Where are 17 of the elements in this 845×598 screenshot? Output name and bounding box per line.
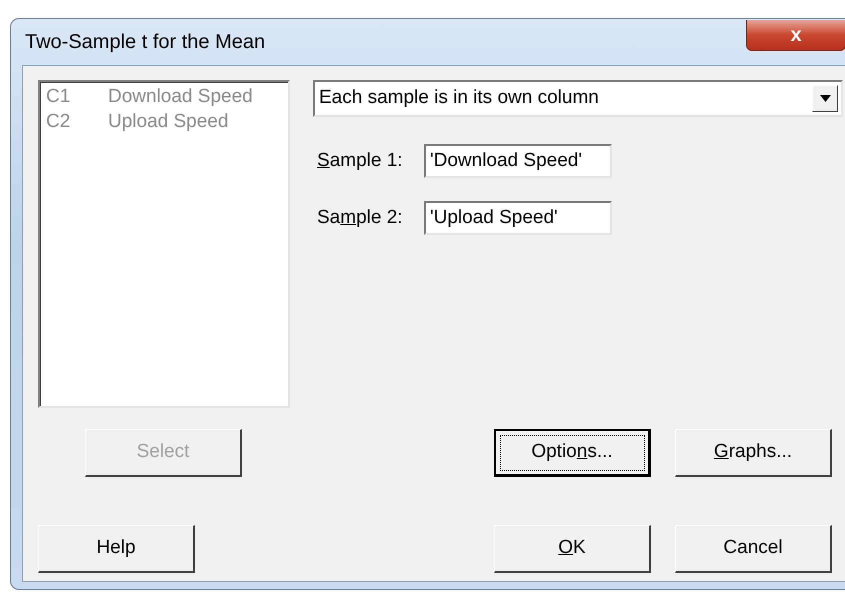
close-button[interactable]: x <box>746 20 845 50</box>
window-title: Two-Sample t for the Mean <box>25 30 266 55</box>
help-button[interactable]: Help <box>38 525 195 573</box>
column-id: C2 <box>46 110 72 134</box>
sample-field[interactable]: 'Upload Speed' <box>424 201 612 235</box>
caret-icon <box>820 95 830 102</box>
cancel-button[interactable]: Cancel <box>675 525 832 573</box>
arrangement-dropdown[interactable]: Each sample is in its own column <box>313 80 843 117</box>
field-label: Sample 2: <box>317 206 404 230</box>
dropdown-value: Each sample is in its own column <box>319 86 599 110</box>
graphs-button[interactable]: Graphs... <box>675 429 832 477</box>
ok-button[interactable]: OK <box>494 525 651 573</box>
column-id: C1 <box>46 85 72 109</box>
field-label: Sample 1: <box>317 148 404 173</box>
sample-field[interactable]: 'Download Speed' <box>424 144 612 178</box>
options-button[interactable]: Options... <box>494 429 651 477</box>
dropdown-arrow-button[interactable] <box>812 85 838 112</box>
